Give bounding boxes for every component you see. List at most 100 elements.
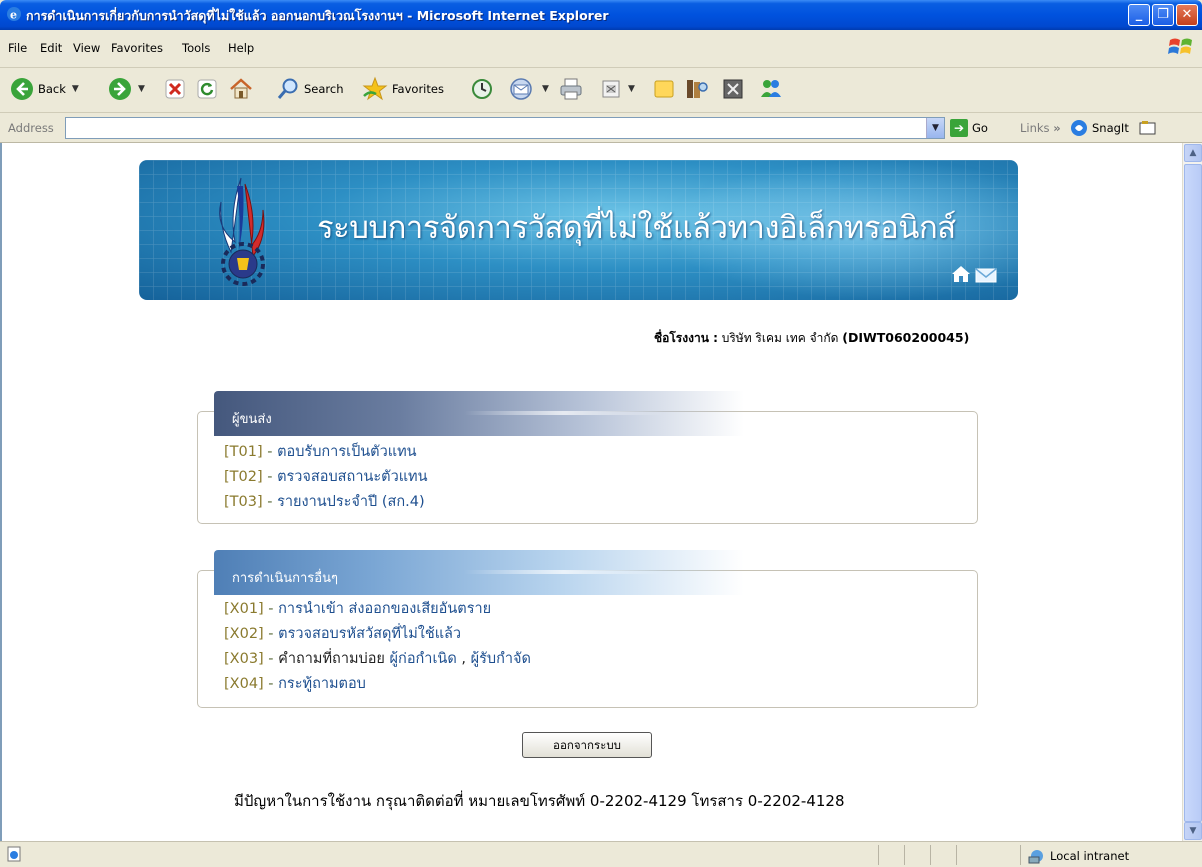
vertical-scrollbar[interactable]: ▲ ▼: [1182, 143, 1202, 841]
item-link[interactable]: รายงานประจำปี (สก.4): [277, 494, 425, 510]
section-other-header: การดำเนินการอื่นๆ: [214, 550, 744, 595]
links-toolbar[interactable]: Links »: [1020, 121, 1061, 135]
snagit-label: SnagIt: [1092, 121, 1129, 135]
item-link[interactable]: ตรวจสอบรหัสวัสดุที่ไม่ใช้แล้ว: [278, 626, 461, 642]
status-bar: Local intranet: [0, 841, 1202, 867]
title-bar: e การดำเนินการเกี่ยวกับการนำวัสดุที่ไม่ใ…: [0, 0, 1202, 30]
mail-dropdown-icon[interactable]: ▼: [542, 84, 549, 94]
search-button[interactable]: Search: [276, 75, 344, 103]
ministry-logo-icon: [219, 177, 265, 286]
stop-button[interactable]: [164, 75, 186, 103]
refresh-icon: [197, 79, 217, 99]
favorites-button[interactable]: Favorites: [362, 75, 444, 103]
snagit-icon: [1071, 120, 1087, 136]
section-other-list: [X01] - การนำเข้า ส่งออกของเสียอันตราย […: [224, 597, 531, 697]
address-label: Address: [8, 121, 54, 135]
scroll-down-icon[interactable]: ▼: [1184, 822, 1202, 840]
item-code: [X02]: [224, 626, 264, 642]
edit-dropdown-icon[interactable]: ▼: [628, 84, 635, 94]
messenger-button[interactable]: [758, 75, 784, 103]
research-button[interactable]: [684, 75, 710, 103]
address-input[interactable]: ▼: [65, 117, 945, 139]
back-button[interactable]: Back ▼: [10, 75, 79, 103]
menu-item-x02[interactable]: [X02] - ตรวจสอบรหัสวัสดุที่ไม่ใช้แล้ว: [224, 622, 531, 647]
back-label: Back: [38, 82, 66, 96]
item-code: [X03]: [224, 651, 264, 667]
svg-text:e: e: [10, 9, 17, 22]
menu-file[interactable]: File: [8, 41, 27, 55]
security-zone: Local intranet: [1028, 848, 1129, 864]
mail-button[interactable]: ▼: [508, 75, 549, 103]
back-dropdown-icon[interactable]: ▼: [72, 84, 79, 94]
history-button[interactable]: [470, 75, 494, 103]
section-other: การดำเนินการอื่นๆ [X01] - การนำเข้า ส่งอ…: [197, 550, 978, 708]
contact-info: มีปัญหาในการใช้งาน กรุณาติดต่อที่ หมายเล…: [234, 792, 845, 810]
menu-item-x01[interactable]: [X01] - การนำเข้า ส่งออกของเสียอันตราย: [224, 597, 531, 622]
section-transport-title: ผู้ขนส่ง: [232, 412, 272, 427]
search-icon: [277, 78, 298, 99]
discuss-button[interactable]: [652, 75, 676, 103]
factory-id: (DIWT060200045): [842, 330, 970, 345]
menu-view[interactable]: View: [73, 41, 100, 55]
go-button[interactable]: ➔ Go: [950, 119, 988, 137]
item-code: [T02]: [224, 469, 263, 485]
menu-help[interactable]: Help: [228, 41, 254, 55]
mail-icon[interactable]: [975, 268, 997, 283]
item-link[interactable]: กระทู้ถามตอบ: [278, 676, 366, 692]
scroll-thumb[interactable]: [1184, 164, 1202, 822]
address-dropdown-icon[interactable]: ▼: [926, 118, 944, 138]
restore-icon: ❐: [1157, 7, 1169, 22]
close-button[interactable]: ✕: [1176, 4, 1198, 26]
edit-button[interactable]: ▼: [600, 75, 635, 103]
menu-item-t01[interactable]: [T01] - ตอบรับการเป็นตัวแทน: [224, 440, 428, 465]
close-icon: ✕: [1181, 7, 1193, 22]
search-label: Search: [304, 82, 344, 96]
print-button[interactable]: [558, 75, 584, 103]
mail-icon: [510, 78, 532, 100]
stop-icon: [165, 79, 185, 99]
note-icon: [654, 80, 674, 98]
toolbar: Back ▼ ▼ Search Favorites ▼ ▼: [0, 68, 1202, 113]
item-link[interactable]: ตรวจสอบสถานะตัวแทน: [277, 469, 427, 485]
back-arrow-icon: [11, 78, 33, 100]
forward-arrow-icon: [109, 78, 131, 100]
faq-generator-link[interactable]: ผู้ก่อกำเนิด: [390, 651, 457, 667]
item-text: คำถามที่ถามบ่อย: [278, 651, 385, 667]
window-title: การดำเนินการเกี่ยวกับการนำวัสดุที่ไม่ใช้…: [26, 8, 609, 23]
home-button[interactable]: [228, 75, 254, 103]
item-code: [T01]: [224, 444, 263, 460]
menu-item-x03: [X03] - คำถามที่ถามบ่อย ผู้ก่อกำเนิด , ผ…: [224, 651, 531, 667]
zone-label: Local intranet: [1050, 849, 1130, 863]
menu-item-t02[interactable]: [T02] - ตรวจสอบสถานะตัวแทน: [224, 465, 428, 490]
menu-edit[interactable]: Edit: [40, 41, 62, 55]
menu-favorites[interactable]: Favorites: [111, 41, 163, 55]
item-link[interactable]: การนำเข้า ส่งออกของเสียอันตราย: [278, 601, 491, 617]
refresh-button[interactable]: [196, 75, 218, 103]
maximize-button[interactable]: ❐: [1152, 4, 1174, 26]
minimize-icon: _: [1135, 7, 1143, 22]
scroll-up-icon[interactable]: ▲: [1184, 144, 1202, 162]
forward-button[interactable]: ▼: [108, 75, 145, 103]
menu-tools[interactable]: Tools: [182, 41, 210, 55]
snagit-button[interactable]: SnagIt: [1070, 119, 1157, 137]
minimize-button[interactable]: _: [1128, 4, 1150, 26]
history-icon: [472, 79, 492, 99]
menu-item-x04[interactable]: [X04] - กระทู้ถามตอบ: [224, 672, 531, 697]
windows-logo-icon: [1168, 38, 1192, 54]
section-transport-header: ผู้ขนส่ง: [214, 391, 744, 436]
edit-icon: [602, 80, 620, 98]
forward-dropdown-icon[interactable]: ▼: [138, 84, 145, 94]
messenger-tool-button[interactable]: [722, 75, 744, 103]
section-transport: ผู้ขนส่ง [T01] - ตอบรับการเป็นตัวแทน [T0…: [197, 391, 978, 524]
section-other-title: การดำเนินการอื่นๆ: [232, 571, 338, 586]
messenger-icon: [761, 80, 781, 97]
home-icon[interactable]: [951, 264, 971, 284]
menu-item-t03[interactable]: [T03] - รายงานประจำปี (สก.4): [224, 490, 428, 515]
section-transport-list: [T01] - ตอบรับการเป็นตัวแทน [T02] - ตรวจ…: [224, 440, 428, 515]
snagit-capture-icon[interactable]: [1139, 120, 1157, 136]
faq-disposer-link[interactable]: ผู้รับกำจัด: [471, 651, 531, 667]
research-icon: [687, 80, 708, 98]
ie-icon: e: [7, 7, 21, 22]
logout-button[interactable]: ออกจากระบบ: [522, 732, 652, 758]
item-link[interactable]: ตอบรับการเป็นตัวแทน: [277, 444, 416, 460]
